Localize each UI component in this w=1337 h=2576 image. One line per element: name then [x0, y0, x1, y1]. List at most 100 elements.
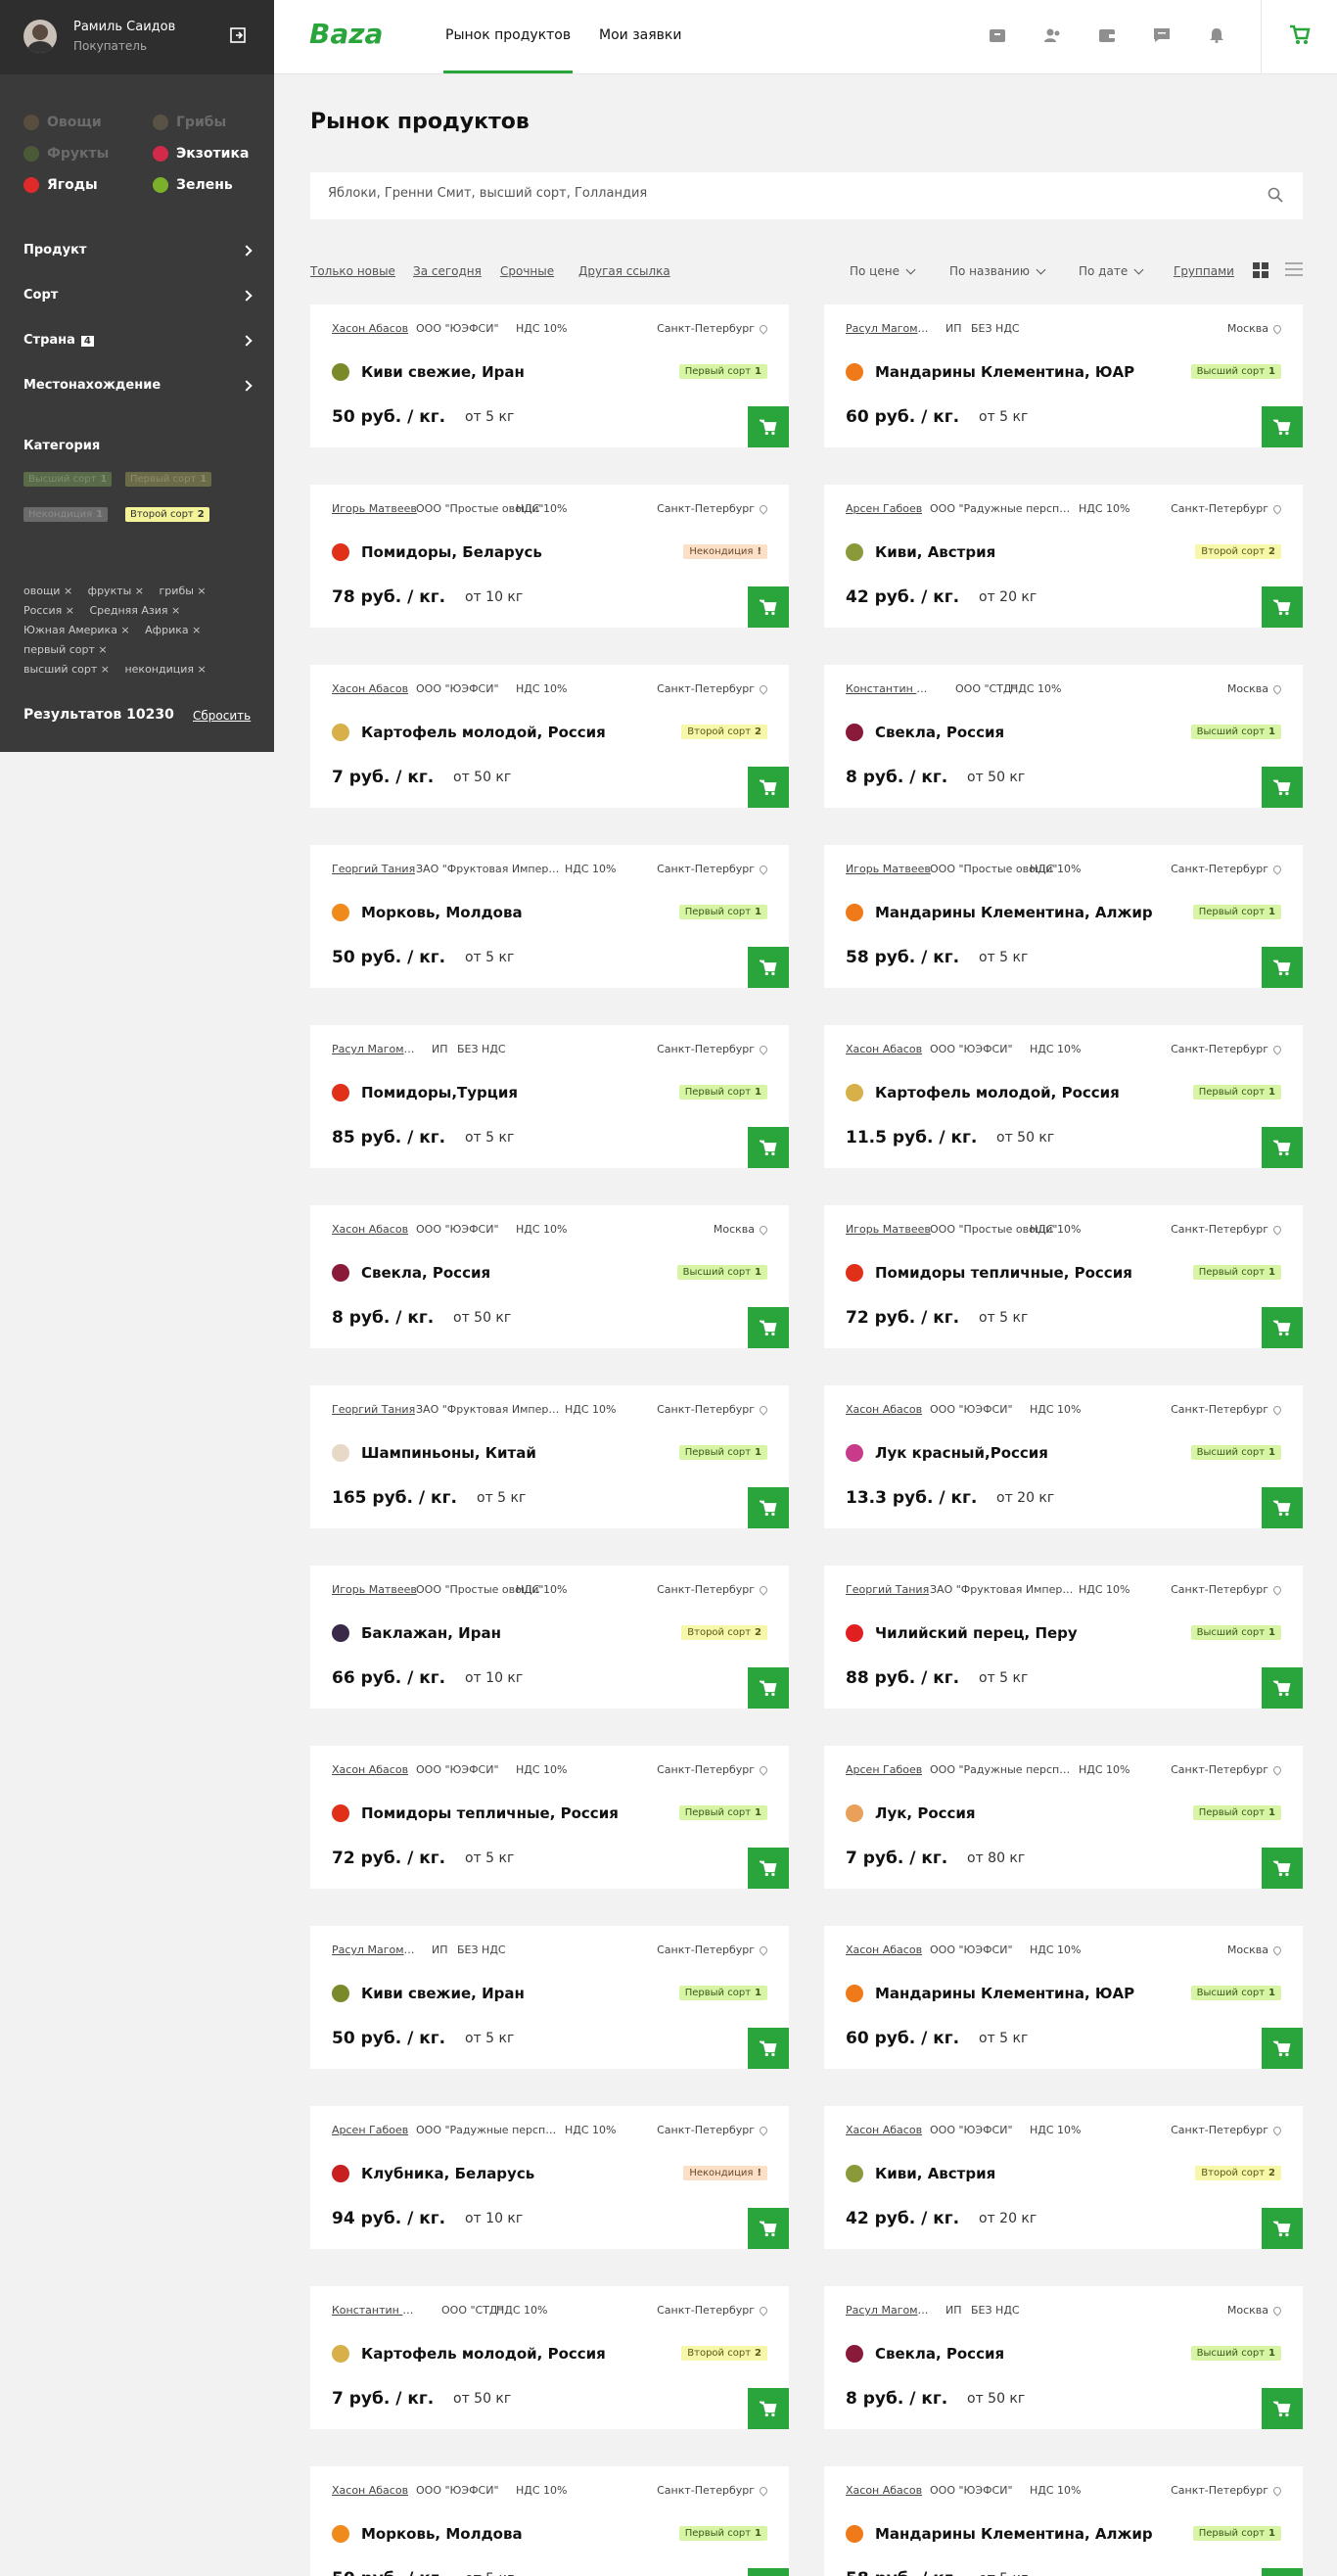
- search-input[interactable]: [328, 186, 1209, 201]
- add-to-cart-button[interactable]: [748, 2028, 789, 2069]
- product-card[interactable]: Хасон Абасов ООО "ЮЭФСИ" НДС 10% Москва …: [310, 1205, 789, 1348]
- tag-substandard[interactable]: Некондиция 1: [23, 507, 109, 522]
- add-to-cart-button[interactable]: [1262, 2208, 1303, 2249]
- wallet-icon[interactable]: [1098, 27, 1116, 43]
- product-card[interactable]: Игорь Матвеев ООО "Простые овощи" НДС 10…: [824, 1205, 1303, 1348]
- add-to-cart-button[interactable]: [748, 767, 789, 808]
- link-only-new[interactable]: Только новые: [310, 264, 395, 278]
- product-card[interactable]: Георгий Тания ЗАО "Фруктовая Империя" НД…: [310, 845, 789, 988]
- add-to-cart-button[interactable]: [748, 2388, 789, 2429]
- tab-my-orders[interactable]: Мои заявки: [599, 27, 681, 43]
- tag-first-grade[interactable]: Первый сорт 1: [125, 472, 212, 487]
- seller-link[interactable]: Расул Магомедов: [332, 1944, 420, 1956]
- category-mushrooms[interactable]: Грибы: [153, 115, 226, 130]
- search-icon[interactable]: [1268, 187, 1283, 203]
- add-to-cart-button[interactable]: [748, 1127, 789, 1168]
- reset-link[interactable]: Сбросить: [193, 709, 251, 723]
- add-to-cart-button[interactable]: [1262, 1307, 1303, 1348]
- add-to-cart-button[interactable]: [1262, 947, 1303, 988]
- seller-link[interactable]: Игорь Матвеев: [332, 1583, 417, 1596]
- product-card[interactable]: Константин Консто... ООО "СТД" НДС 10% С…: [310, 2286, 789, 2429]
- product-card[interactable]: Расул Магомедов ИП БЕЗ НДС Санкт-Петербу…: [310, 1926, 789, 2069]
- add-to-cart-button[interactable]: [1262, 2388, 1303, 2429]
- seller-link[interactable]: Расул Магомедов: [332, 1043, 420, 1055]
- product-card[interactable]: Арсен Габоев ООО "Радужные перспек... НД…: [824, 485, 1303, 628]
- filter-chip[interactable]: Средняя Азия ×: [89, 604, 180, 617]
- menu-product[interactable]: Продукт: [23, 243, 253, 258]
- product-card[interactable]: Игорь Матвеев ООО "Простые овощи" НДС 10…: [310, 1566, 789, 1709]
- category-vegetables[interactable]: Овощи: [23, 115, 102, 130]
- menu-grade[interactable]: Сорт: [23, 288, 253, 303]
- seller-link[interactable]: Георгий Тания: [332, 1403, 415, 1416]
- product-card[interactable]: Хасон Абасов ООО "ЮЭФСИ" НДС 10% Санкт-П…: [824, 1025, 1303, 1168]
- add-to-cart-button[interactable]: [1262, 767, 1303, 808]
- link-today[interactable]: За сегодня: [413, 264, 482, 278]
- add-to-cart-button[interactable]: [1262, 1487, 1303, 1528]
- seller-link[interactable]: Хасон Абасов: [332, 1763, 408, 1776]
- seller-link[interactable]: Георгий Тания: [846, 1583, 929, 1596]
- category-exotic[interactable]: Экзотика: [153, 146, 249, 162]
- product-card[interactable]: Хасон Абасов ООО "ЮЭФСИ" НДС 10% Санкт-П…: [310, 304, 789, 447]
- sort-date[interactable]: По дате: [1079, 264, 1144, 278]
- seller-link[interactable]: Арсен Габоев: [846, 502, 922, 515]
- product-card[interactable]: Хасон Абасов ООО "ЮЭФСИ" НДС 10% Санкт-П…: [824, 1385, 1303, 1528]
- seller-link[interactable]: Расул Магомедов: [846, 322, 934, 335]
- add-to-cart-button[interactable]: [748, 586, 789, 628]
- add-to-cart-button[interactable]: [748, 406, 789, 447]
- filter-chip[interactable]: фрукты ×: [88, 585, 144, 597]
- add-to-cart-button[interactable]: [748, 1307, 789, 1348]
- link-other[interactable]: Другая ссылка: [578, 264, 670, 278]
- seller-link[interactable]: Арсен Габоев: [332, 2124, 408, 2136]
- product-card[interactable]: Хасон Абасов ООО "ЮЭФСИ" НДС 10% Москва …: [824, 1926, 1303, 2069]
- product-card[interactable]: Расул Магомедов ИП БЕЗ НДС Москва Свекла…: [824, 2286, 1303, 2429]
- add-to-cart-button[interactable]: [748, 1487, 789, 1528]
- add-to-cart-button[interactable]: [1262, 1127, 1303, 1168]
- link-group[interactable]: Группами: [1174, 264, 1234, 278]
- link-urgent[interactable]: Срочные: [500, 264, 554, 278]
- seller-link[interactable]: Хасон Абасов: [846, 2484, 922, 2497]
- add-to-cart-button[interactable]: [1262, 1667, 1303, 1709]
- add-to-cart-button[interactable]: [748, 1848, 789, 1889]
- seller-link[interactable]: Хасон Абасов: [846, 1944, 922, 1956]
- filter-chip[interactable]: грибы ×: [160, 585, 207, 597]
- box-icon[interactable]: [989, 27, 1006, 43]
- list-view-icon[interactable]: [1285, 262, 1303, 278]
- seller-link[interactable]: Хасон Абасов: [332, 1223, 408, 1236]
- product-card[interactable]: Игорь Матвеев ООО "Простые овощи" НДС 10…: [310, 485, 789, 628]
- product-card[interactable]: Хасон Абасов ООО "ЮЭФСИ" НДС 10% Санкт-П…: [310, 1746, 789, 1889]
- seller-link[interactable]: Хасон Абасов: [846, 2124, 922, 2136]
- sort-name[interactable]: По названию: [949, 264, 1046, 278]
- filter-chip[interactable]: Африка ×: [145, 624, 201, 636]
- add-to-cart-button[interactable]: [1262, 2568, 1303, 2576]
- product-card[interactable]: Хасон Абасов ООО "ЮЭФСИ" НДС 10% Санкт-П…: [310, 2466, 789, 2576]
- seller-link[interactable]: Хасон Абасов: [332, 682, 408, 695]
- category-berries[interactable]: Ягоды: [23, 177, 98, 193]
- category-greens[interactable]: Зелень: [153, 177, 233, 193]
- logout-icon[interactable]: [229, 25, 249, 45]
- product-card[interactable]: Георгий Тания ЗАО "Фруктовая Империя" НД…: [310, 1385, 789, 1528]
- seller-link[interactable]: Хасон Абасов: [332, 322, 408, 335]
- add-to-cart-button[interactable]: [748, 2208, 789, 2249]
- product-card[interactable]: Георгий Тания ЗАО "Фруктовая Империя" НД…: [824, 1566, 1303, 1709]
- avatar[interactable]: [23, 20, 57, 53]
- product-card[interactable]: Хасон Абасов ООО "ЮЭФСИ" НДС 10% Санкт-П…: [824, 2466, 1303, 2576]
- seller-link[interactable]: Хасон Абасов: [846, 1043, 922, 1055]
- category-fruits[interactable]: Фрукты: [23, 146, 109, 162]
- chat-icon[interactable]: [1153, 27, 1171, 43]
- filter-chip[interactable]: некондиция ×: [124, 663, 206, 676]
- seller-link[interactable]: Игорь Матвеев: [846, 1223, 931, 1236]
- filter-chip[interactable]: Южная Америка ×: [23, 624, 130, 636]
- seller-link[interactable]: Георгий Тания: [332, 863, 415, 875]
- seller-link[interactable]: Хасон Абасов: [846, 1403, 922, 1416]
- tab-market[interactable]: Рынок продуктов: [442, 27, 574, 73]
- logo[interactable]: Baza: [309, 18, 383, 50]
- menu-country[interactable]: Страна 4: [23, 333, 253, 348]
- product-card[interactable]: Арсен Габоев ООО "Радужные перспек... НД…: [824, 1746, 1303, 1889]
- filter-chip[interactable]: овощи ×: [23, 585, 72, 597]
- seller-link[interactable]: Расул Магомедов: [846, 2304, 934, 2317]
- add-to-cart-button[interactable]: [748, 1667, 789, 1709]
- product-card[interactable]: Хасон Абасов ООО "ЮЭФСИ" НДС 10% Санкт-П…: [824, 2106, 1303, 2249]
- users-icon[interactable]: [1043, 27, 1061, 43]
- tag-top-grade[interactable]: Высший сорт 1: [23, 472, 113, 487]
- grid-view-icon[interactable]: [1253, 262, 1268, 278]
